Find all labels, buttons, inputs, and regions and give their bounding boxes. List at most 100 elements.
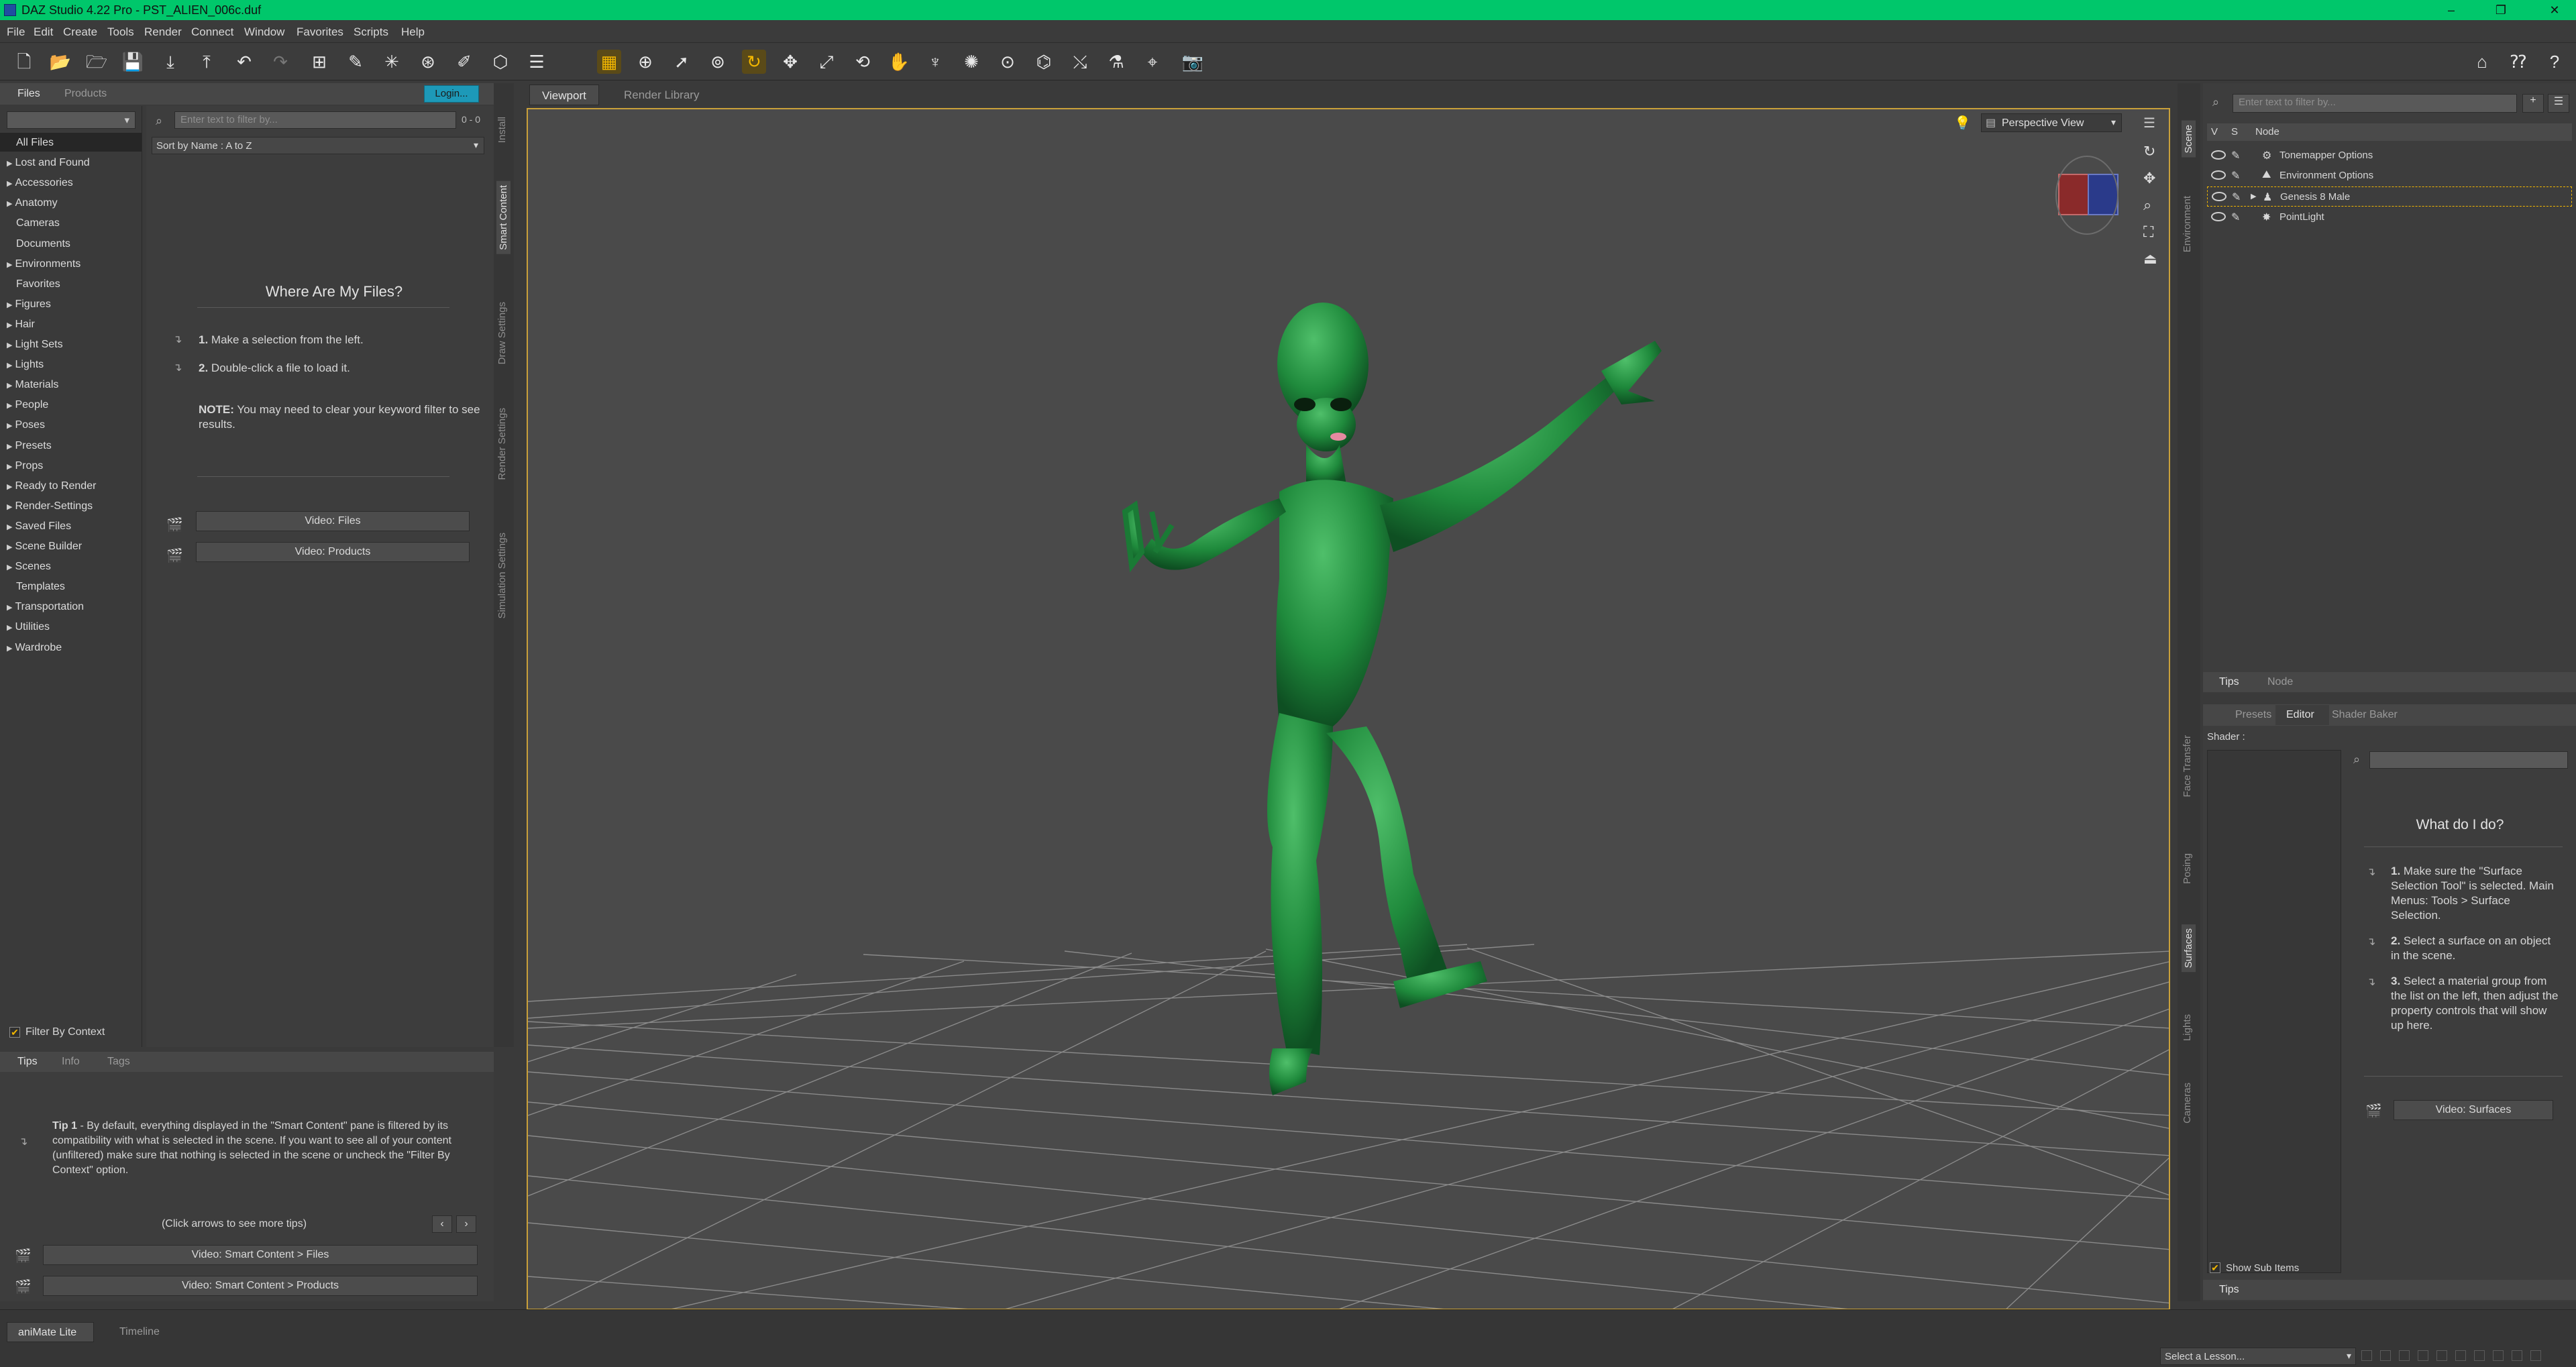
sort-dropdown[interactable]: Sort by Name : A to Z ▾ [152, 137, 484, 154]
category-item[interactable]: Environments [7, 258, 80, 270]
category-item[interactable]: Favorites [16, 278, 60, 290]
step-box[interactable] [2361, 1350, 2372, 1361]
menu-render[interactable]: Render [144, 25, 182, 39]
tab-timeline[interactable]: Timeline [119, 1326, 160, 1338]
menu-edit[interactable]: Edit [34, 25, 53, 39]
undo-icon[interactable]: ↶ [232, 50, 256, 74]
vtab-lights[interactable]: Lights [2182, 1014, 2193, 1041]
view-selector-dropdown[interactable]: ▤ Perspective View ▾ [1981, 113, 2122, 132]
redo-icon[interactable]: ↷ [268, 50, 292, 74]
help-icon[interactable]: ? [2542, 50, 2567, 74]
tab-files[interactable]: Files [17, 88, 40, 100]
frame-icon[interactable]: ⛶ [2143, 223, 2153, 241]
import-icon[interactable]: ⤓ [158, 50, 182, 74]
category-item[interactable]: Materials [7, 379, 58, 391]
camera-icon[interactable]: ⊙ [996, 50, 1020, 74]
universal-tool-icon[interactable]: ⊕ [633, 50, 657, 74]
light-toggle-icon[interactable]: 💡 [1954, 115, 1971, 131]
menu-scripts[interactable]: Scripts [354, 25, 388, 39]
menu-help[interactable]: Help [401, 25, 425, 39]
close-button[interactable]: ✕ [2536, 0, 2573, 20]
add-node-button[interactable]: + [2522, 94, 2544, 113]
category-item[interactable]: All Files [16, 137, 54, 149]
category-item[interactable]: Presets [7, 440, 51, 452]
menu-tools[interactable]: Tools [107, 25, 134, 39]
maximize-button[interactable]: ❐ [2482, 0, 2520, 20]
step-box[interactable] [2512, 1350, 2522, 1361]
vtab-install[interactable]: Install [496, 117, 508, 143]
prev-tip-button[interactable]: ‹ [432, 1215, 452, 1233]
menu-create[interactable]: Create [63, 25, 97, 39]
home-icon[interactable]: ⌂ [2470, 50, 2494, 74]
transform-icon[interactable]: ⟲ [851, 50, 875, 74]
minimize-button[interactable]: – [2432, 0, 2470, 20]
scene-node-row-selected[interactable]: ✎ ▶ ♟ Genesis 8 Male [2207, 186, 2572, 207]
help-whatsthis-icon[interactable]: ⁇ [2506, 50, 2530, 74]
vtab-environment[interactable]: Environment [2182, 196, 2193, 252]
next-tip-button[interactable]: › [456, 1215, 476, 1233]
material-group-list[interactable] [2207, 750, 2341, 1273]
category-item[interactable]: Templates [16, 581, 65, 593]
3d-viewport[interactable]: 💡 ▤ Perspective View ▾ ☰ ↻ ✥ ⌕ ⛶ ⏏ [527, 108, 2170, 1310]
spot-render-icon[interactable]: ⊚ [706, 50, 730, 74]
node-select-icon[interactable]: ➚ [669, 50, 694, 74]
tab-tips[interactable]: Tips [17, 1056, 38, 1068]
video-smart-content-products-button[interactable]: Video: Smart Content > Products [43, 1276, 478, 1296]
scene-node-row[interactable]: ✎ ✸ PointLight [2207, 208, 2572, 227]
step-box[interactable] [2399, 1350, 2410, 1361]
category-filter-dropdown[interactable]: ▾ [7, 111, 136, 129]
category-item[interactable]: Poses [7, 419, 44, 431]
vtab-scene[interactable]: Scene [2182, 121, 2196, 158]
shader-icon[interactable]: ⚗ [1104, 50, 1128, 74]
navigation-cube-icon[interactable] [2055, 156, 2118, 235]
geometry-edit-icon[interactable]: ⌖ [1140, 50, 1165, 74]
tab-editor[interactable]: Editor [2275, 705, 2329, 725]
tab-tags[interactable]: Tags [107, 1056, 130, 1068]
scene-options-button[interactable]: ☰ [2548, 94, 2569, 113]
vtab-simulation-settings[interactable]: Simulation Settings [496, 533, 508, 618]
visibility-eye-icon[interactable] [2211, 150, 2226, 160]
node-weight-icon[interactable]: ⊛ [416, 50, 440, 74]
scale-icon[interactable]: ⤢ [814, 50, 839, 74]
tab-tips[interactable]: Tips [2219, 676, 2239, 688]
step-box[interactable] [2418, 1350, 2428, 1361]
show-sub-items-checkbox[interactable]: ✔ [2210, 1262, 2220, 1273]
step-box[interactable] [2455, 1350, 2466, 1361]
category-item[interactable]: Scenes [7, 561, 50, 573]
tab-products[interactable]: Products [64, 88, 107, 100]
joint-editor-icon[interactable]: ✐ [452, 50, 476, 74]
step-box[interactable] [2380, 1350, 2391, 1361]
vtab-cameras[interactable]: Cameras [2182, 1083, 2193, 1124]
reset-camera-icon[interactable]: ⏏ [2143, 250, 2157, 268]
morph-icon[interactable]: ♆ [923, 50, 947, 74]
rotate-icon[interactable]: ↻ [742, 50, 766, 74]
pointer-icon[interactable]: ⌬ [1032, 50, 1056, 74]
geometry-brush-icon[interactable]: ⤯ [1068, 50, 1092, 74]
menu-connect[interactable]: Connect [191, 25, 233, 39]
save-icon[interactable]: 💾 [121, 50, 145, 74]
video-surfaces-button[interactable]: Video: Surfaces [2394, 1100, 2553, 1120]
new-file-icon[interactable]: 🗋 [12, 50, 36, 74]
render-icon[interactable]: 📷 [1181, 50, 1205, 74]
translate-icon[interactable]: ✥ [778, 50, 802, 74]
category-item[interactable]: Scene Builder [7, 541, 82, 553]
step-box[interactable] [2493, 1350, 2504, 1361]
menu-favorites[interactable]: Favorites [297, 25, 343, 39]
scene-node-row[interactable]: ✎ ⛰ Environment Options [2207, 166, 2572, 185]
grid-toggle-icon[interactable]: ▦ [597, 50, 621, 74]
tab-viewport[interactable]: Viewport [529, 85, 599, 105]
scene-filter-input[interactable]: Enter text to filter by... [2233, 94, 2517, 113]
scene-node-row[interactable]: ✎ ⚙ Tonemapper Options [2207, 146, 2572, 165]
category-item[interactable]: Props [7, 460, 43, 472]
scene-icon[interactable]: ⊞ [307, 50, 331, 74]
category-item[interactable]: Anatomy [7, 197, 57, 209]
select-toggle-icon[interactable]: ✎ [2232, 190, 2241, 204]
video-files-button[interactable]: Video: Files [196, 511, 470, 531]
tab-presets[interactable]: Presets [2235, 709, 2271, 721]
category-item[interactable]: Accessories [7, 177, 72, 189]
category-item[interactable]: Saved Files [7, 521, 71, 533]
vtab-render-settings[interactable]: Render Settings [496, 408, 508, 480]
open-file-icon[interactable]: 📂 [48, 50, 72, 74]
light-icon[interactable]: ✺ [959, 50, 983, 74]
category-item[interactable]: Utilities [7, 621, 50, 633]
